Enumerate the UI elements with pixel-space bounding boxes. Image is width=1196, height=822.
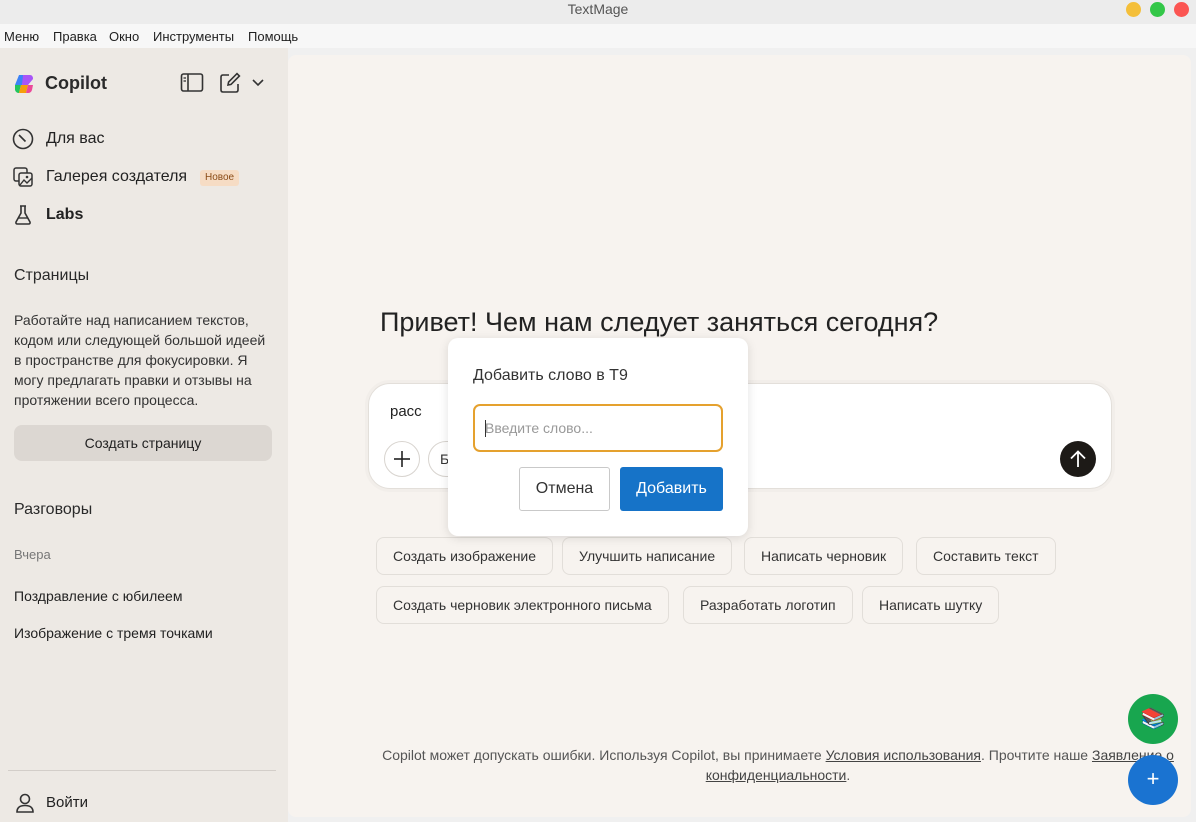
menu-item-window[interactable]: Окно	[109, 29, 139, 44]
greeting-heading: Привет! Чем нам следует заняться сегодня…	[380, 307, 939, 337]
sidebar-item-label: Labs	[46, 206, 84, 223]
composer-input[interactable]: расс	[390, 403, 422, 420]
pages-heading: Страницы	[14, 267, 90, 284]
sidebar-item-creator-gallery[interactable]: Галерея создателя Новое	[12, 165, 272, 191]
sidebar: Copilot Для вас Галерея создателя Новое	[0, 48, 288, 822]
sidebar-divider	[8, 770, 276, 771]
menu-item-tools[interactable]: Инструменты	[153, 29, 234, 44]
copilot-logo-icon	[15, 75, 33, 93]
add-button[interactable]: Добавить	[620, 467, 723, 511]
conversation-item[interactable]: Изображение с тремя точками	[14, 625, 213, 641]
new-badge: Новое	[200, 170, 240, 186]
chevron-down-icon[interactable]	[252, 78, 264, 88]
word-input-placeholder: Введите слово...	[485, 420, 593, 436]
word-input[interactable]: Введите слово...	[473, 404, 723, 452]
conversations-heading: Разговоры	[14, 501, 93, 518]
cancel-button[interactable]: Отмена	[519, 467, 610, 511]
sign-in-label: Войти	[46, 794, 88, 811]
window-title: TextMage	[567, 1, 629, 17]
pages-description: Работайте над написанием текстов, кодом …	[14, 312, 266, 408]
attach-button[interactable]	[384, 441, 420, 477]
suggestion-chip[interactable]: Создать черновик электронного письма	[376, 586, 669, 624]
user-icon	[16, 793, 34, 813]
menu-bar: Меню Правка Окно Инструменты Помощь	[0, 24, 1196, 48]
arrow-up-icon	[1070, 450, 1086, 467]
dialog-title: Добавить слово в Т9	[473, 367, 628, 384]
maximize-button[interactable]	[1150, 2, 1165, 17]
suggestion-chip[interactable]: Улучшить написание	[562, 537, 733, 575]
sidebar-toggle-icon[interactable]	[180, 72, 204, 94]
brand-name: Copilot	[45, 73, 107, 93]
create-page-button[interactable]: Создать страницу	[14, 425, 272, 461]
conversation-group-label: Вчера	[14, 547, 51, 562]
new-chat-icon[interactable]	[219, 72, 241, 94]
flask-icon	[15, 205, 31, 225]
menu-item-menu[interactable]: Меню	[4, 29, 39, 44]
books-icon: 📚	[1140, 708, 1166, 730]
add-word-dialog: Добавить слово в Т9 Введите слово... Отм…	[448, 338, 748, 536]
send-button[interactable]	[1060, 441, 1096, 477]
conversation-item[interactable]: Поздравление с юбилеем	[14, 588, 182, 604]
suggestion-chip[interactable]: Составить текст	[916, 537, 1056, 575]
sidebar-item-labs[interactable]: Labs	[12, 203, 272, 229]
terms-link[interactable]: Условия использования	[826, 747, 981, 763]
disclaimer-text: .	[846, 767, 851, 783]
suggestion-chip[interactable]: Написать черновик	[744, 537, 904, 575]
plus-icon	[394, 451, 410, 467]
disclaimer: Copilot может допускать ошибки. Использу…	[378, 745, 1178, 785]
plus-fab-button[interactable]: +	[1128, 755, 1178, 805]
sidebar-item-for-you[interactable]: Для вас	[12, 127, 272, 153]
books-fab-button[interactable]: 📚	[1128, 694, 1178, 744]
plus-icon: +	[1146, 766, 1160, 791]
minimize-button[interactable]	[1126, 2, 1141, 17]
compass-icon	[12, 128, 34, 150]
sidebar-item-label: Для вас	[46, 130, 105, 147]
sidebar-item-label: Галерея создателя	[46, 168, 188, 185]
gallery-icon	[13, 167, 33, 187]
menu-item-help[interactable]: Помощь	[248, 29, 298, 44]
title-bar: TextMage	[0, 0, 1196, 24]
close-window-button[interactable]	[1174, 2, 1189, 17]
disclaimer-text: Copilot может допускать ошибки. Использу…	[382, 747, 826, 763]
sign-in-button[interactable]: Войти	[14, 792, 214, 814]
suggestion-chip[interactable]: Написать шутку	[862, 586, 1000, 624]
suggestion-chip[interactable]: Разработать логотип	[683, 586, 853, 624]
suggestion-chip[interactable]: Создать изображение	[376, 537, 554, 575]
disclaimer-text: . Прочтите нашe	[980, 747, 1092, 763]
text-caret	[485, 420, 486, 437]
menu-item-edit[interactable]: Правка	[53, 29, 97, 44]
